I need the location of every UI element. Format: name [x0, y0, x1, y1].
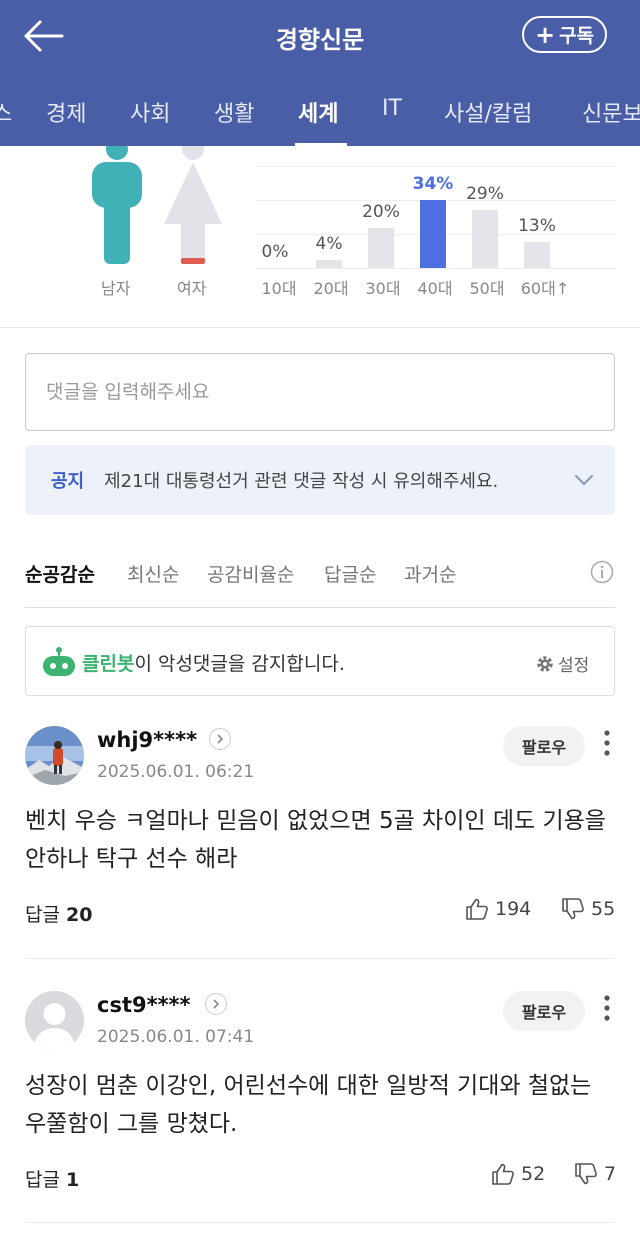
dislike-button[interactable]: 7	[574, 1163, 616, 1185]
tab-life[interactable]: 생활	[214, 96, 254, 128]
reply-label: 답글	[25, 1169, 60, 1191]
tab-economy[interactable]: 경제	[46, 96, 86, 128]
thumbs-down-icon	[562, 898, 584, 920]
tab-society[interactable]: 사회	[130, 96, 170, 128]
like-button[interactable]: 52	[491, 1163, 545, 1185]
reader-stats: 남자 여자 0% 4% 20% 34% 29% 13% 10대 20대 30대 40대 5…	[0, 146, 640, 328]
profile-chevron-icon[interactable]	[205, 993, 227, 1015]
comment-divider	[25, 1222, 615, 1223]
dislike-count: 55	[591, 898, 616, 920]
age-label: 40대	[417, 279, 453, 298]
age-bar	[368, 228, 394, 268]
tab-sports[interactable]: 스	[0, 96, 12, 128]
cleanbot-banner: 클린봇이 악성댓글을 감지합니다. 설정	[25, 626, 615, 696]
more-options-icon[interactable]	[596, 728, 618, 758]
comment-date: 2025.06.01. 06:21	[97, 762, 255, 782]
comment-text: 벤치 우승 ㅋ얼마나 믿음이 없었으면 5골 차이인 데도 기용을 안하나 탁구…	[25, 808, 606, 872]
reply-count: 1	[66, 1169, 80, 1191]
more-options-icon[interactable]	[596, 993, 618, 1023]
age-bar-value: 20%	[362, 202, 400, 222]
cleanbot-name: 클린봇	[82, 653, 135, 675]
comment-date: 2025.06.01. 07:41	[97, 1027, 255, 1047]
cleanbot-icon	[43, 647, 75, 676]
age-bar	[472, 210, 498, 268]
reply-button[interactable]: 답글 20	[25, 900, 92, 927]
age-bar	[420, 200, 446, 268]
tab-newspaper[interactable]: 신문보	[582, 96, 640, 128]
age-bar-value: 0%	[261, 242, 289, 262]
plus-icon: +	[534, 20, 556, 49]
avatar[interactable]	[25, 726, 84, 785]
notice-text: 제21대 대통령선거 관련 댓글 작성 시 유의해주세요.	[104, 471, 499, 492]
thumbs-down-icon	[575, 1163, 597, 1185]
age-label: 10대	[261, 279, 297, 298]
like-button[interactable]: 194	[465, 898, 531, 920]
username[interactable]: whj9****	[97, 728, 197, 752]
sort-option-replies[interactable]: 답글순	[324, 560, 376, 587]
sort-option-recommended[interactable]: 순공감순	[25, 560, 95, 587]
dislike-button[interactable]: 55	[561, 898, 615, 920]
comment-text: 성장이 멈춘 이강인, 어린선수에 대한 일방적 기대와 철없는 우쭐함이 그를…	[25, 1073, 592, 1137]
follow-button[interactable]: 팔로우	[503, 726, 585, 766]
grid-line	[256, 268, 616, 269]
age-label: 30대	[365, 279, 401, 298]
username[interactable]: cst9****	[97, 993, 191, 1017]
grid-line	[256, 166, 616, 167]
chevron-down-icon[interactable]	[573, 469, 595, 491]
follow-button[interactable]: 팔로우	[503, 991, 585, 1031]
comment-input[interactable]	[25, 353, 615, 431]
sort-option-latest[interactable]: 최신순	[127, 560, 179, 587]
age-bar-value: 34%	[412, 174, 454, 194]
age-bar-value: 13%	[518, 216, 556, 236]
dislike-count: 7	[604, 1163, 617, 1185]
sort-option-oldest[interactable]: 과거순	[404, 560, 456, 587]
age-bar	[524, 242, 550, 268]
cleanbot-text: 이 악성댓글을 감지합니다.	[134, 653, 345, 675]
age-label: 60대↑	[520, 279, 570, 298]
profile-chevron-icon[interactable]	[209, 728, 231, 750]
category-tabs: 스 경제 사회 생활 세계 IT 사설/칼럼 신문보	[0, 86, 640, 146]
avatar[interactable]	[25, 991, 84, 1050]
reply-label: 답글	[25, 904, 60, 926]
sort-option-ratio[interactable]: 공감비율순	[207, 560, 294, 587]
cleanbot-settings-button[interactable]: 설정	[536, 651, 589, 676]
top-header: 경향신문 + 구독 스 경제 사회 생활 세계 IT 사설/칼럼 신문보	[0, 0, 640, 146]
tab-editorial[interactable]: 사설/칼럼	[444, 96, 532, 128]
tab-it[interactable]: IT	[382, 96, 402, 121]
sort-bar: 순공감순 최신순 공감비율순 답글순 과거순	[25, 540, 615, 608]
subscribe-label: 구독	[559, 25, 595, 47]
reply-button[interactable]: 답글 1	[25, 1165, 79, 1192]
male-label: 남자	[101, 279, 131, 298]
female-label: 여자	[177, 279, 207, 298]
like-count: 194	[495, 898, 532, 920]
notice-tag: 공지	[51, 471, 85, 492]
thumbs-up-icon	[466, 898, 488, 920]
age-bar	[316, 260, 342, 268]
gear-icon	[537, 655, 553, 672]
like-count: 52	[521, 1163, 546, 1185]
reply-count: 20	[66, 904, 93, 926]
age-label: 50대	[469, 279, 505, 298]
female-figure-icon	[164, 146, 222, 264]
age-bar-value: 4%	[315, 234, 343, 254]
notice-banner[interactable]: 공지 제21대 대통령선거 관련 댓글 작성 시 유의해주세요.	[25, 445, 615, 515]
info-icon[interactable]	[590, 560, 614, 584]
subscribe-button[interactable]: + 구독	[522, 16, 607, 53]
age-bar-value: 29%	[466, 184, 504, 204]
settings-label: 설정	[558, 656, 590, 676]
age-label: 20대	[313, 279, 349, 298]
thumbs-up-icon	[492, 1163, 514, 1185]
cleanbot-message: 클린봇이 악성댓글을 감지합니다.	[82, 649, 345, 676]
comment-divider	[25, 958, 615, 959]
male-figure-icon	[92, 146, 142, 264]
tab-world[interactable]: 세계	[298, 96, 338, 128]
